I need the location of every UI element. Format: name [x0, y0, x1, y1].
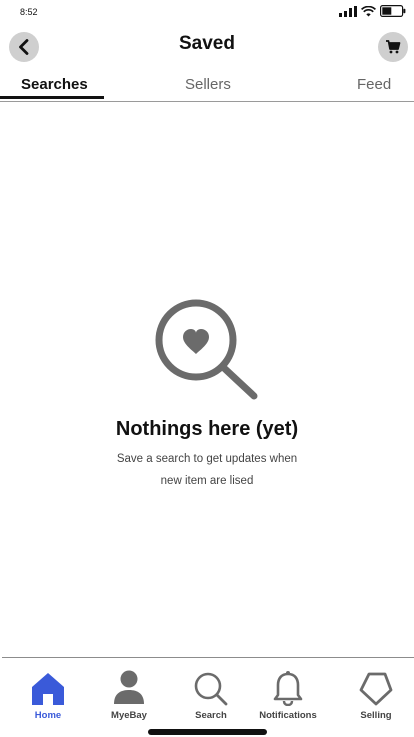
- nav-search-label: Search: [195, 710, 227, 721]
- bell-icon: [273, 671, 303, 706]
- nav-notifications-label: Notifications: [259, 710, 317, 721]
- nav-selling-label: Selling: [360, 710, 392, 721]
- cart-button[interactable]: [378, 32, 408, 62]
- search-heart-icon: [155, 299, 258, 400]
- page-title: Saved: [179, 33, 235, 54]
- nav-search[interactable]: Search: [171, 666, 251, 721]
- nav-myebay[interactable]: MyeBay: [89, 666, 169, 721]
- nav-myebay-label: MyeBay: [111, 710, 147, 721]
- search-icon: [194, 672, 228, 706]
- home-indicator: [148, 729, 267, 735]
- nav-selling[interactable]: Selling: [336, 666, 414, 721]
- status-bar: 8:52: [0, 0, 414, 24]
- status-icons: [339, 4, 406, 18]
- cart-icon: [386, 40, 401, 54]
- active-tab-indicator: [0, 96, 104, 99]
- nav-home[interactable]: Home: [8, 666, 88, 721]
- status-time: 8:52: [20, 7, 38, 17]
- tag-icon: [359, 672, 393, 706]
- header: Saved: [0, 26, 414, 68]
- tab-sellers[interactable]: Sellers: [185, 76, 231, 101]
- signal-icon: [339, 5, 357, 17]
- nav-home-label: Home: [34, 710, 62, 721]
- wifi-icon: [361, 5, 376, 16]
- empty-state-description: Save a search to get updates when new it…: [116, 453, 298, 487]
- tab-feed[interactable]: Feed: [357, 76, 391, 101]
- bottom-nav: Home MyeBay Search Notifications Selling: [2, 657, 414, 737]
- user-icon: [114, 670, 144, 704]
- empty-state-title: Nothings here (yet): [115, 418, 299, 440]
- nav-notifications[interactable]: Notifications: [248, 666, 328, 721]
- battery-icon: [380, 5, 406, 17]
- home-icon: [32, 673, 64, 705]
